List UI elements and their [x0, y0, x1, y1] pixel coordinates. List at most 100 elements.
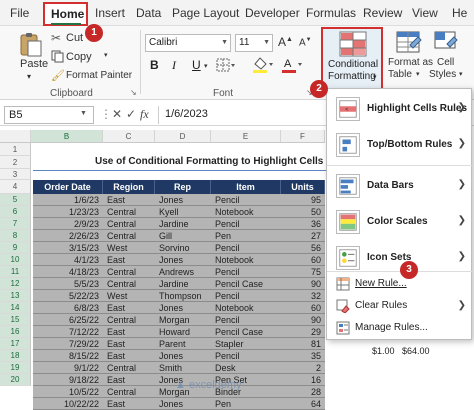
- menu-item-manage-rules[interactable]: Manage Rules...: [327, 318, 473, 338]
- table-cell[interactable]: East: [105, 327, 155, 337]
- column-header[interactable]: E: [211, 130, 281, 143]
- table-cell[interactable]: 75: [281, 267, 323, 277]
- row-header[interactable]: 17: [0, 338, 31, 350]
- row-header[interactable]: 16: [0, 326, 31, 338]
- table-cell[interactable]: 5/5/23: [33, 279, 101, 289]
- table-cell[interactable]: 32: [281, 291, 323, 301]
- row-header[interactable]: 19: [0, 362, 31, 374]
- copy-dropdown-icon[interactable]: ▾: [104, 51, 108, 59]
- table-cell[interactable]: Pen: [213, 399, 281, 409]
- column-header[interactable]: F: [281, 130, 325, 143]
- tab-file[interactable]: File: [10, 6, 29, 20]
- table-cell[interactable]: 1/6/23: [33, 195, 101, 205]
- tab-data[interactable]: Data: [136, 6, 161, 20]
- table-cell[interactable]: Pencil: [213, 195, 281, 205]
- table-cell[interactable]: 8/15/22: [33, 351, 101, 361]
- font-color-icon[interactable]: A: [281, 56, 303, 74]
- table-cell[interactable]: 28: [281, 387, 323, 397]
- table-cell[interactable]: Central: [105, 315, 155, 325]
- bold-button[interactable]: B: [150, 58, 159, 72]
- table-cell[interactable]: Pencil Case: [213, 327, 281, 337]
- menu-item-new-rule[interactable]: New Rule...: [327, 274, 473, 294]
- table-cell[interactable]: Jones: [157, 195, 211, 205]
- table-cell[interactable]: 9/18/22: [33, 375, 101, 385]
- table-cell[interactable]: 60: [281, 255, 323, 265]
- cut-icon[interactable]: ✂: [51, 31, 61, 45]
- table-cell[interactable]: 6/8/23: [33, 303, 101, 313]
- table-cell[interactable]: 56: [281, 243, 323, 253]
- menu-item-highlight-cells-rules[interactable]: < Highlight Cells Rules ❯: [327, 91, 473, 127]
- table-cell[interactable]: 27: [281, 231, 323, 241]
- table-cell[interactable]: 4/1/23: [33, 255, 101, 265]
- table-cell[interactable]: Central: [105, 363, 155, 373]
- format-painter-icon[interactable]: 🖌: [51, 69, 65, 82]
- table-cell[interactable]: Pencil: [213, 315, 281, 325]
- table-cell[interactable]: 2/9/23: [33, 219, 101, 229]
- table-cell[interactable]: East: [105, 195, 155, 205]
- paste-icon[interactable]: [18, 31, 44, 57]
- table-cell[interactable]: Andrews: [157, 267, 211, 277]
- underline-button[interactable]: U: [192, 58, 201, 72]
- table-cell[interactable]: 90: [281, 315, 323, 325]
- row-header[interactable]: 5: [0, 194, 31, 206]
- table-cell[interactable]: Central: [105, 219, 155, 229]
- cancel-icon[interactable]: ✕: [112, 107, 122, 121]
- cell-styles-icon[interactable]: [434, 31, 458, 55]
- table-cell[interactable]: East: [105, 399, 155, 409]
- row-header[interactable]: 8: [0, 230, 31, 242]
- row-header[interactable]: 20: [0, 374, 31, 386]
- paste-dropdown-icon[interactable]: ▾: [27, 72, 31, 81]
- table-cell[interactable]: 3/15/23: [33, 243, 101, 253]
- row-header[interactable]: 6: [0, 206, 31, 218]
- table-cell[interactable]: Pencil: [213, 291, 281, 301]
- table-cell[interactable]: 5/22/23: [33, 291, 101, 301]
- table-cell[interactable]: Notebook: [213, 255, 281, 265]
- row-header[interactable]: 2: [0, 156, 31, 169]
- increase-font-icon[interactable]: A▲: [278, 35, 293, 49]
- tab-review[interactable]: Review: [363, 6, 402, 20]
- table-cell[interactable]: 16: [281, 375, 323, 385]
- font-size-select[interactable]: 11 ▼: [235, 34, 273, 52]
- table-cell[interactable]: 81: [281, 339, 323, 349]
- table-cell[interactable]: 36: [281, 219, 323, 229]
- chevron-down-icon[interactable]: ▼: [80, 110, 87, 117]
- paste-label[interactable]: Paste: [20, 58, 48, 70]
- tab-developer[interactable]: Developer: [245, 6, 300, 20]
- fill-color-icon[interactable]: [252, 56, 274, 74]
- copy-icon[interactable]: [51, 50, 64, 63]
- table-cell[interactable]: 50: [281, 207, 323, 217]
- select-all-corner[interactable]: [0, 130, 31, 143]
- table-cell[interactable]: Pen: [213, 231, 281, 241]
- table-cell[interactable]: Jones: [157, 399, 211, 409]
- table-cell[interactable]: Morgan: [157, 315, 211, 325]
- conditional-formatting-button[interactable]: Conditional Formatting ▾: [321, 27, 383, 91]
- table-cell[interactable]: Smith: [157, 363, 211, 373]
- insert-function-icon[interactable]: fx: [140, 107, 149, 122]
- tab-home[interactable]: Home: [43, 2, 88, 26]
- menu-item-data-bars[interactable]: Data Bars ❯: [327, 168, 473, 204]
- table-cell[interactable]: Howard: [157, 327, 211, 337]
- table-cell[interactable]: East: [105, 255, 155, 265]
- table-cell[interactable]: West: [105, 243, 155, 253]
- chevron-down-icon[interactable]: ▾: [416, 70, 420, 78]
- table-cell[interactable]: Jones: [157, 303, 211, 313]
- menu-item-color-scales[interactable]: Color Scales ❯: [327, 204, 473, 240]
- row-header[interactable]: 18: [0, 350, 31, 362]
- row-header[interactable]: 14: [0, 302, 31, 314]
- menu-item-top-bottom-rules[interactable]: Top/Bottom Rules ❯: [327, 127, 473, 163]
- extra-value-cell[interactable]: $1.00: [370, 346, 397, 356]
- table-cell[interactable]: Gill: [157, 231, 211, 241]
- table-cell[interactable]: Pencil Case: [213, 279, 281, 289]
- chevron-down-icon[interactable]: ▾: [459, 70, 463, 78]
- table-cell[interactable]: Pencil: [213, 351, 281, 361]
- menu-item-clear-rules[interactable]: Clear Rules ❯: [327, 296, 473, 316]
- format-as-table-icon[interactable]: [396, 31, 422, 55]
- table-cell[interactable]: 9/1/22: [33, 363, 101, 373]
- table-cell[interactable]: 95: [281, 195, 323, 205]
- borders-icon[interactable]: [216, 58, 236, 73]
- enter-check-icon[interactable]: ✓: [126, 107, 136, 121]
- table-cell[interactable]: East: [105, 339, 155, 349]
- underline-dropdown-icon[interactable]: ▾: [204, 62, 208, 70]
- table-cell[interactable]: Central: [105, 207, 155, 217]
- table-cell[interactable]: Jardine: [157, 219, 211, 229]
